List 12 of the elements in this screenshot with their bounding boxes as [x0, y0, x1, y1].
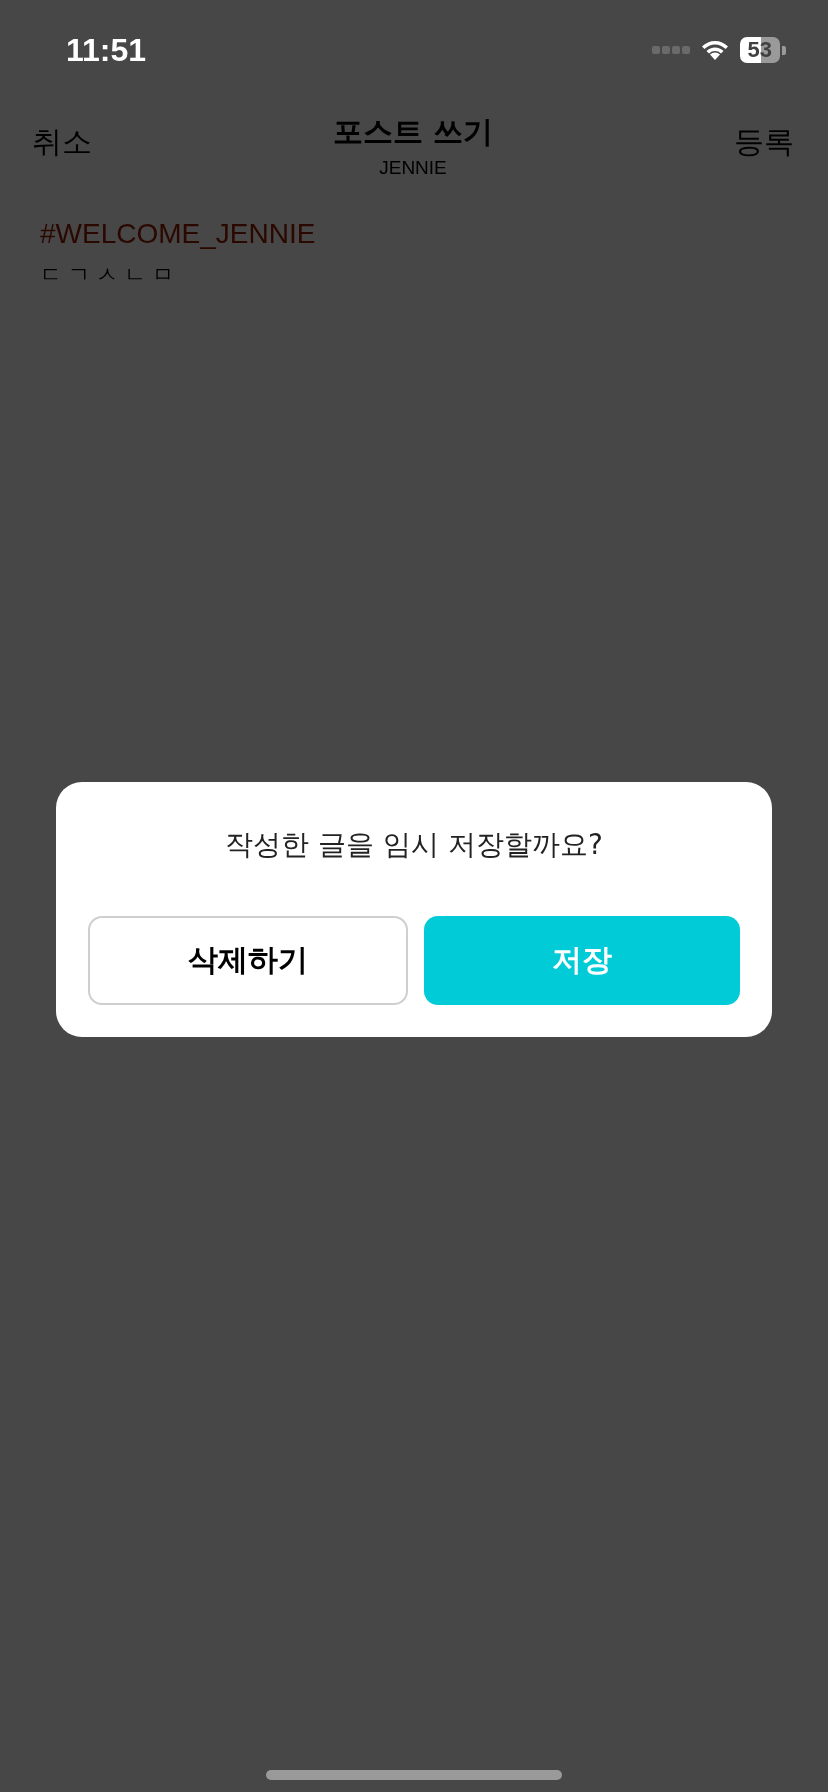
status-time: 11:51 [66, 31, 147, 69]
screen-title: 포스트 쓰기 [332, 113, 494, 151]
save-button[interactable]: 저장 [424, 916, 740, 1005]
signal-icon [651, 46, 690, 54]
submit-button[interactable]: 등록 [734, 122, 794, 163]
screen-subtitle: JENNIE [379, 157, 447, 179]
hashtag-text: #WELCOME_JENNIE [40, 218, 316, 250]
delete-button[interactable]: 삭제하기 [88, 916, 408, 1005]
dialog-message: 작성한 글을 임시 저장할까요? [225, 827, 603, 863]
wifi-icon [699, 39, 730, 61]
cancel-button[interactable]: 취소 [32, 122, 92, 163]
post-body-text: ㄷㄱㅅㄴㅁ [40, 261, 180, 289]
